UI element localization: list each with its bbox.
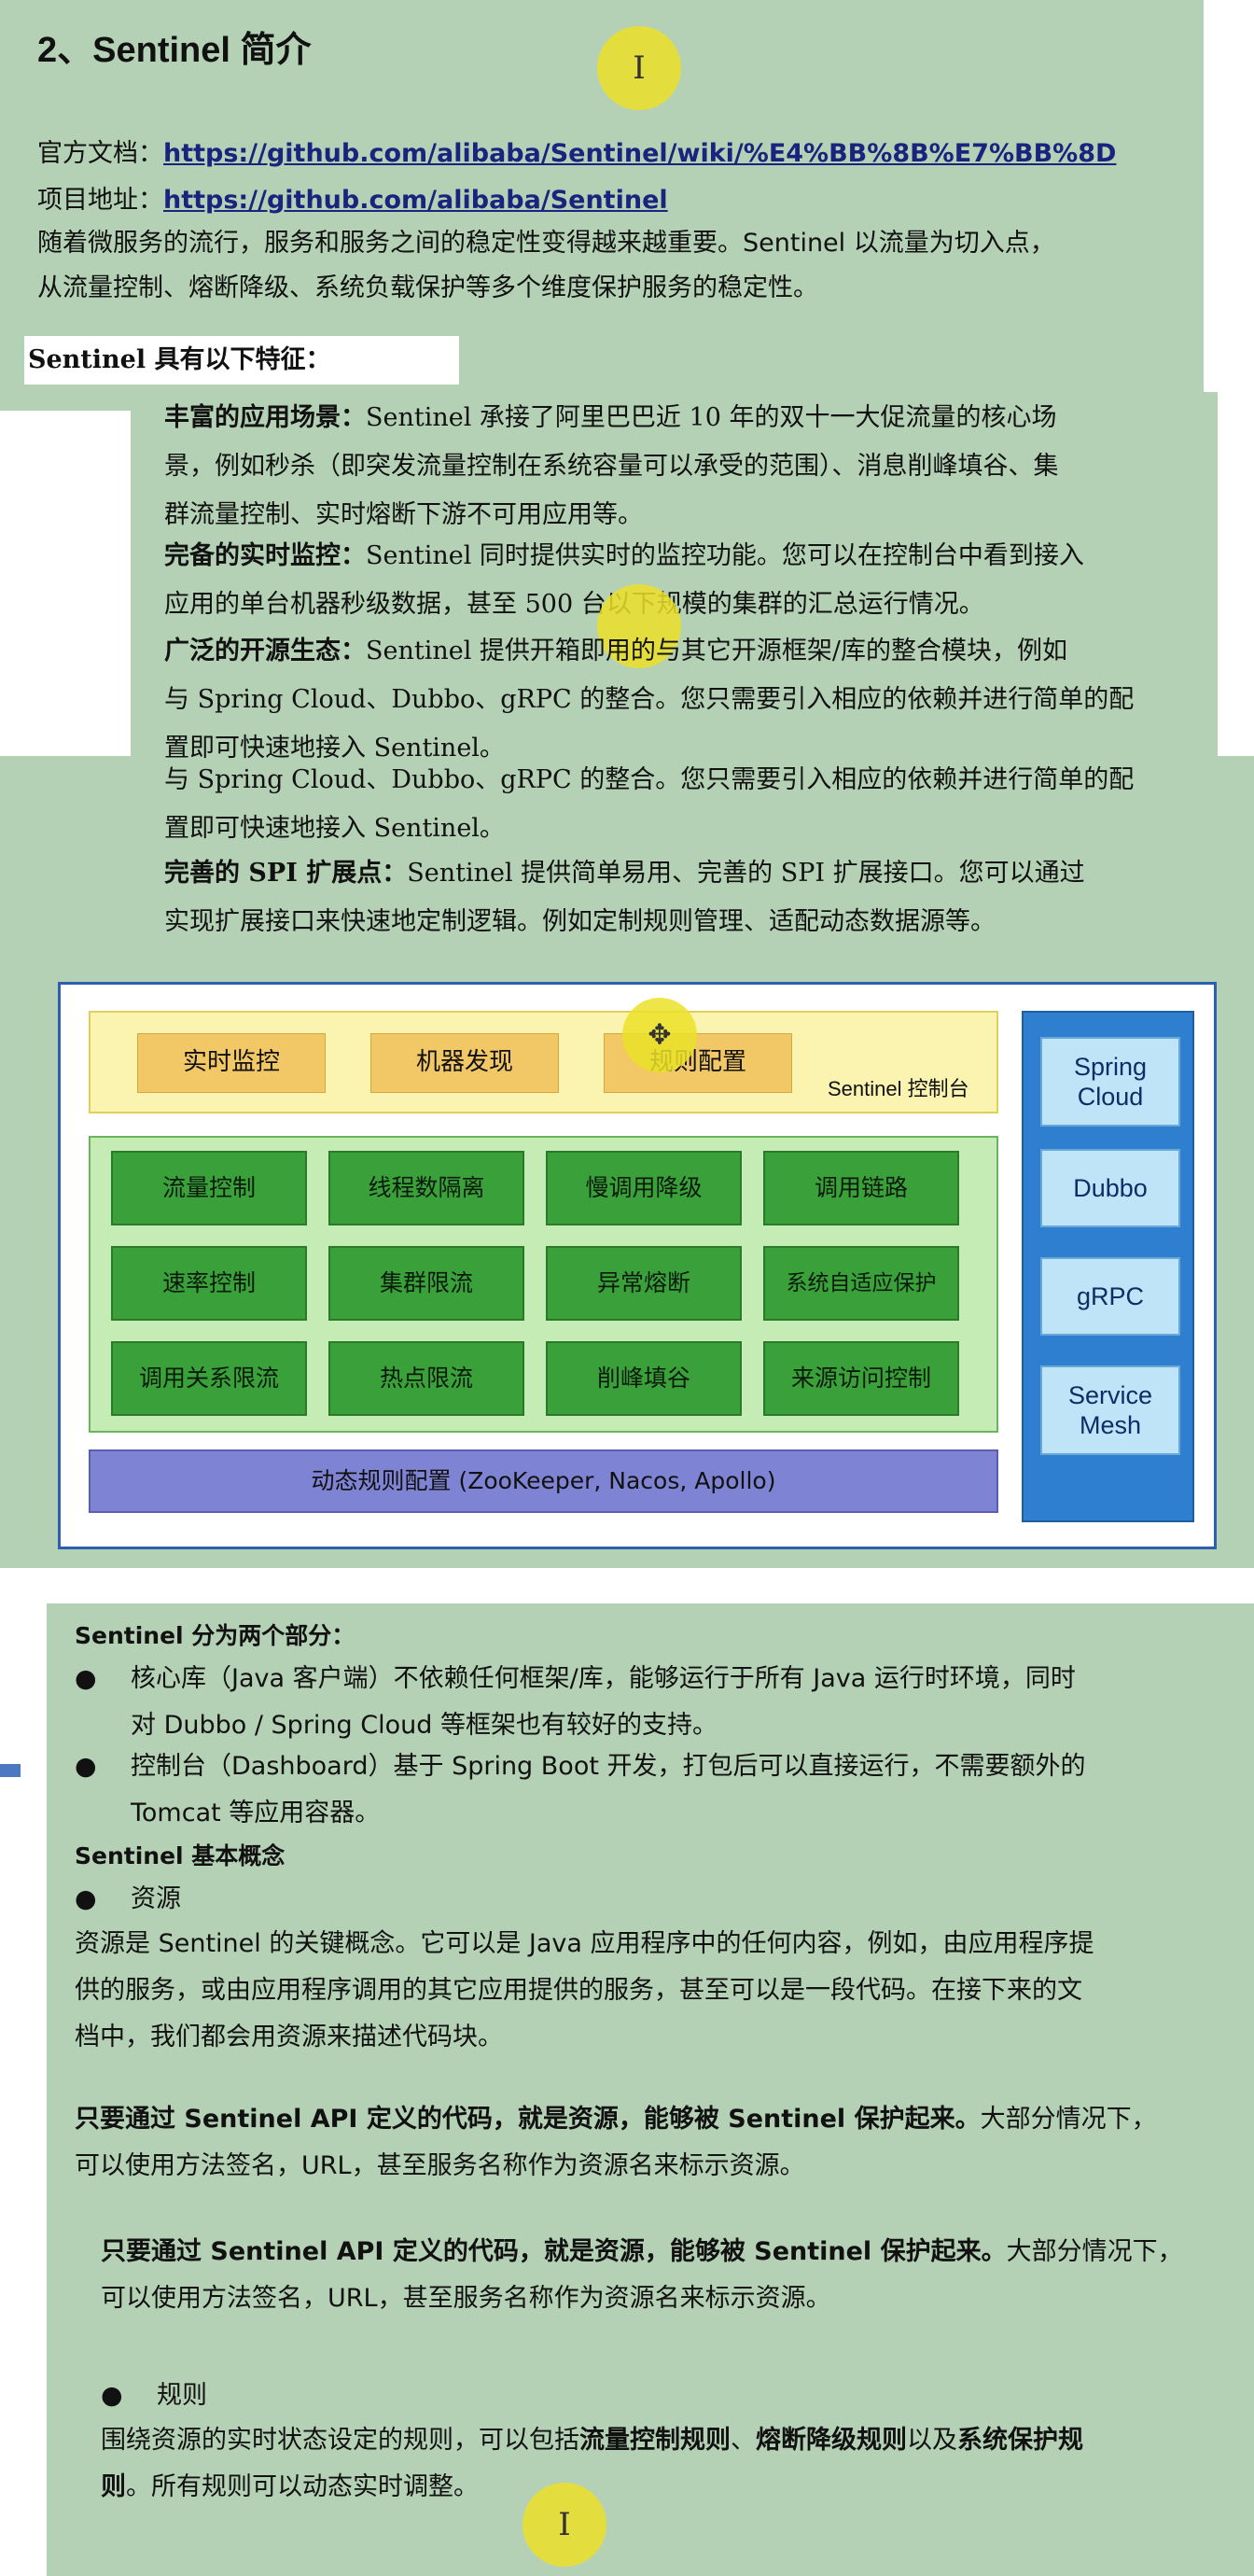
rules-text-end: 。所有规则可以动态实时调整。 (126, 2472, 479, 2501)
resource-paragraph: 资源是 Sentinel 的关键概念。它可以是 Java 应用程序中的任何内容，… (75, 1921, 1241, 2061)
feature-origin-control: 来源访问控制 (763, 1341, 959, 1416)
rules-text-e: 以及 (907, 2426, 957, 2455)
page-title: 2、Sentinel 简介 (37, 31, 312, 70)
concepts-heading: Sentinel 基本概念 (75, 1842, 286, 1869)
text-cursor-highlight: I (597, 26, 681, 110)
resource-line-1: 资源是 Sentinel 的关键概念。它可以是 Java 应用程序中的任何内容，… (75, 1929, 1094, 1958)
feature-peak-shaving: 削峰填谷 (546, 1341, 742, 1416)
feature-adaptive-protect: 系统自适应保护 (763, 1246, 959, 1321)
features-heading: Sentinel 具有以下特征： (28, 345, 331, 374)
console-label: Sentinel 控制台 (828, 1077, 969, 1100)
resource-bullet-label: 资源 (131, 1884, 181, 1913)
rules-bullet: ● 规则 (101, 2373, 207, 2419)
feature-thread-isolation: 线程数隔离 (328, 1151, 524, 1225)
resource-line-3: 档中，我们都会用资源来描述代码块。 (75, 2023, 503, 2051)
feature-call-chain: 调用链路 (763, 1151, 959, 1225)
console-realtime-monitor: 实时监控 (137, 1033, 326, 1093)
rules-bullet-label: 规则 (157, 2381, 207, 2410)
api-bold-text: 只要通过 Sentinel API 定义的代码，就是资源，能够被 Sentine… (75, 2105, 981, 2134)
feature-slow-call-degrade: 慢调用降级 (546, 1151, 742, 1225)
text-cursor-highlight-bottom: I (522, 2483, 606, 2567)
dynamic-rules-bar: 动态规则配置 (ZooKeeper, Nacos, Apollo) (89, 1449, 998, 1513)
api2-bold-text: 只要通过 Sentinel API 定义的代码，就是资源，能够被 Sentine… (101, 2237, 1007, 2266)
feature-scenarios-line-1: Sentinel 承接了阿里巴巴近 10 年的双十一大促流量的核心场 (366, 403, 1057, 432)
feature-relation-limit: 调用关系限流 (111, 1341, 307, 1416)
feature-scenarios-label: 丰富的应用场景： (164, 403, 366, 432)
api-paragraph: 只要通过 Sentinel API 定义的代码，就是资源，能够被 Sentine… (75, 2096, 1241, 2190)
feature-cluster-limit: 集群限流 (328, 1246, 524, 1321)
console-machine-discovery: 机器发现 (370, 1033, 559, 1093)
part-dashboard-line-1: 控制台（Dashboard）基于 Spring Boot 开发，打包后可以直接运… (131, 1752, 1086, 1781)
part-core-line-2: 对 Dubbo / Spring Cloud 等框架也有较好的支持。 (131, 1711, 718, 1740)
resource-line-2: 供的服务，或由应用程序调用的其它应用提供的服务，甚至可以是一段代码。在接下来的文 (75, 1976, 1082, 2005)
bullet-dot: ● (75, 1752, 97, 1781)
part-core: ● 核心库（Java 客户端）不依赖任何框架/库，能够运行于所有 Java 运行时… (75, 1656, 1241, 1749)
repo-link-row: 项目地址：https://github.com/alibaba/Sentinel (37, 177, 668, 224)
feature-ecosystem-line-2: 与 Spring Cloud、Dubbo、gRPC 的整合。您只需要引入相应的依… (164, 685, 1135, 714)
feature-ecosystem-duplicate: 与 Spring Cloud、Dubbo、gRPC 的整合。您只需要引入相应的依… (164, 756, 1209, 853)
feature-monitoring-line-2: 应用的单台机器秒级数据，甚至 500 台以下规模的集群的汇总运行情况。 (164, 590, 984, 619)
part-core-line-1: 核心库（Java 客户端）不依赖任何框架/库，能够运行于所有 Java 运行时环… (131, 1664, 1076, 1693)
feature-ecosystem: 广泛的开源生态：Sentinel 提供开箱即用的与其它开源框架/库的整合模块，例… (164, 627, 1209, 773)
feature-ecosystem-dup-line-2: 置即可快速地接入 Sentinel。 (164, 814, 505, 843)
feature-spi-label: 完善的 SPI 扩展点： (164, 859, 408, 888)
text-cursor-icon: I (633, 49, 646, 87)
integration-panel: Spring Cloud Dubbo gRPC Service Mesh (1022, 1011, 1194, 1522)
feature-ecosystem-label: 广泛的开源生态： (164, 637, 366, 665)
feature-matrix: 流量控制 线程数隔离 慢调用降级 调用链路 速率控制 集群限流 异常熔断 系统自… (89, 1136, 998, 1433)
feature-scenarios: 丰富的应用场景：Sentinel 承接了阿里巴巴近 10 年的双十一大促流量的核… (164, 394, 1209, 539)
bullet-dot: ● (75, 1884, 97, 1913)
api-paragraph-duplicate: 只要通过 Sentinel API 定义的代码，就是资源，能够被 Sentine… (101, 2229, 1248, 2322)
part-dashboard: ● 控制台（Dashboard）基于 Spring Boot 开发，打包后可以直接… (75, 1743, 1241, 1837)
integration-grpc: gRPC (1040, 1257, 1180, 1336)
move-cursor-icon: ✥ (648, 1018, 672, 1052)
intro-line-1: 随着微服务的流行，服务和服务之间的稳定性变得越来越重要。Sentinel 以流量… (37, 229, 1055, 258)
feature-monitoring-line-1: Sentinel 同时提供实时的监控功能。您可以在控制台中看到接入 (366, 541, 1084, 570)
feature-ecosystem-dup-line-1: 与 Spring Cloud、Dubbo、gRPC 的整合。您只需要引入相应的依… (164, 765, 1135, 794)
rules-degrade: 熔断降级规则 (756, 2426, 907, 2455)
parts-heading: Sentinel 分为两个部分： (75, 1622, 355, 1649)
cursor-highlight-diagram: ✥ (622, 998, 697, 1072)
bullet-dot: ● (75, 1664, 97, 1693)
architecture-diagram: 实时监控 机器发现 规则配置 Sentinel 控制台 ✥ 流量控制 线程数隔离… (58, 982, 1217, 1549)
doc-link-row: 官方文档：https://github.com/alibaba/Sentinel… (37, 131, 1116, 177)
section-gap (0, 1568, 1254, 1605)
doc-label: 官方文档： (37, 139, 163, 168)
doc-link[interactable]: https://github.com/alibaba/Sentinel/wiki… (163, 139, 1116, 168)
rules-system-protect-end: 则 (101, 2472, 126, 2501)
feature-spi-line-2: 实现扩展接口来快速地定制逻辑。例如定制规则管理、适配动态数据源等。 (164, 907, 996, 936)
feature-monitoring-label: 完备的实时监控： (164, 541, 366, 570)
api2-rest-text: 大部分情况下， (1006, 2237, 1183, 2266)
feature-rate-control: 速率控制 (111, 1246, 307, 1321)
feature-spi-line-1: Sentinel 提供简单易用、完善的 SPI 扩展接口。您可以通过 (407, 859, 1085, 888)
api-rest-text: 大部分情况下， (980, 2105, 1157, 2134)
rules-flow-control: 流量控制规则 (579, 2426, 731, 2455)
intro-line-2: 从流量控制、熔断降级、系统负载保护等多个维度保护服务的稳定性。 (37, 273, 818, 302)
sentinel-console: 实时监控 机器发现 规则配置 Sentinel 控制台 (89, 1011, 998, 1113)
repo-link[interactable]: https://github.com/alibaba/Sentinel (163, 186, 668, 215)
api-line-2: 可以使用方法签名，URL，甚至服务名称作为资源名来标示资源。 (75, 2151, 805, 2180)
text-cursor-icon: I (558, 2506, 571, 2543)
feature-flow-control: 流量控制 (111, 1151, 307, 1225)
rules-text-c: 、 (731, 2426, 756, 2455)
feature-ecosystem-line-1: Sentinel 提供开箱即用的与其它开源框架/库的整合模块，例如 (366, 637, 1068, 665)
integration-spring-cloud: Spring Cloud (1040, 1037, 1180, 1127)
bullet-dot: ● (101, 2381, 123, 2410)
feature-hotspot-limit: 热点限流 (328, 1341, 524, 1416)
rules-text-a: 围绕资源的实时状态设定的规则，可以包括 (101, 2426, 579, 2455)
feature-scenarios-line-2: 景，例如秒杀（即突发流量控制在系统容量可以承受的范围）、消息削峰填谷、集 (164, 452, 1059, 481)
repo-label: 项目地址： (37, 186, 163, 215)
feature-spi: 完善的 SPI 扩展点：Sentinel 提供简单易用、完善的 SPI 扩展接口… (164, 849, 1209, 946)
feature-monitoring: 完备的实时监控：Sentinel 同时提供实时的监控功能。您可以在控制台中看到接… (164, 532, 1209, 629)
integration-service-mesh: Service Mesh (1040, 1365, 1180, 1455)
feature-exception-break: 异常熔断 (546, 1246, 742, 1321)
left-edge-strip (0, 1764, 21, 1777)
rules-paragraph: 围绕资源的实时状态设定的规则，可以包括流量控制规则、熔断降级规则以及系统保护规 … (101, 2417, 1248, 2511)
integration-dubbo: Dubbo (1040, 1149, 1180, 1227)
part-dashboard-line-2: Tomcat 等应用容器。 (131, 1799, 381, 1827)
rules-system-protect: 系统保护规 (957, 2426, 1083, 2455)
resource-bullet: ● 资源 (75, 1876, 181, 1923)
left-gap (0, 415, 131, 756)
api2-line-2: 可以使用方法签名，URL，甚至服务名称作为资源名来标示资源。 (101, 2284, 831, 2313)
